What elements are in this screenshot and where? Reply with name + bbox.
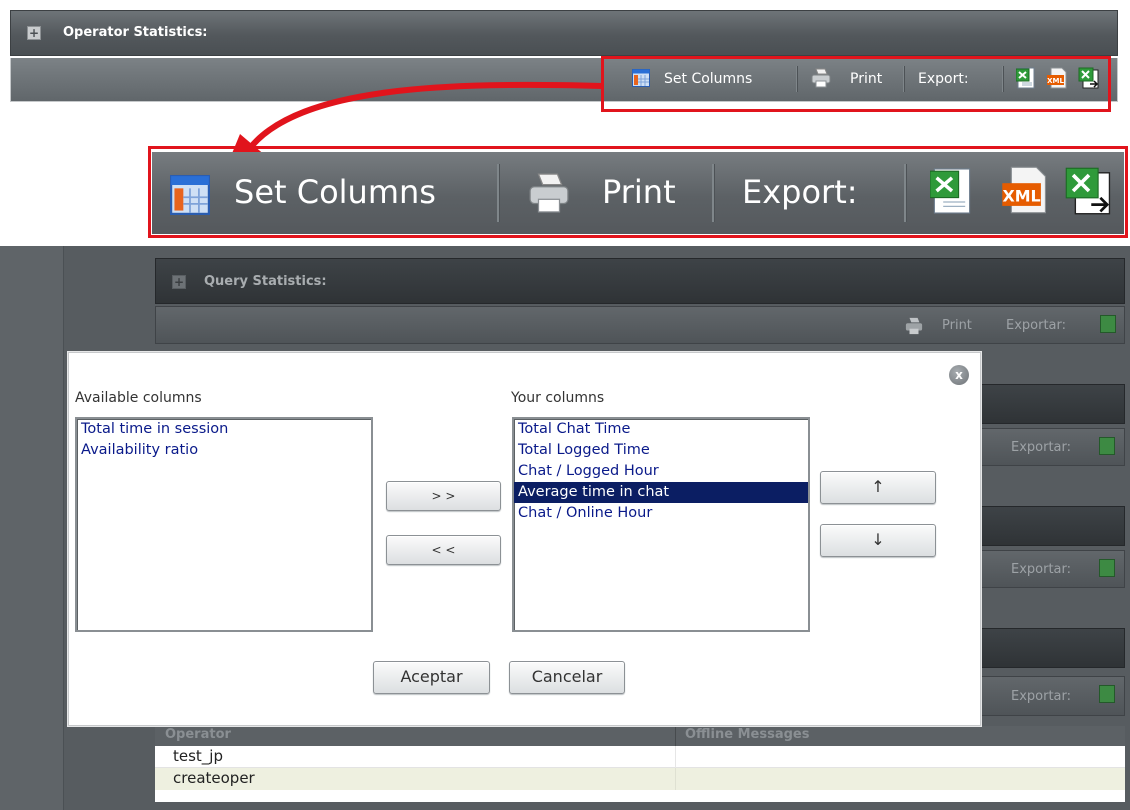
hidden-panel-toolbar: Exportar:: [980, 428, 1125, 466]
export-label: Exportar:: [1011, 562, 1072, 577]
query-statistics-header: + Query Statistics:: [155, 258, 1125, 304]
excel-icon[interactable]: [1099, 559, 1115, 577]
hidden-panel-toolbar: Exportar:: [980, 676, 1125, 716]
cancel-button[interactable]: Cancelar: [509, 661, 625, 694]
expand-plus-icon[interactable]: +: [172, 275, 186, 289]
query-statistics-toolbar: Print Exportar:: [155, 306, 1125, 344]
list-item[interactable]: Availability ratio: [77, 440, 371, 461]
accept-button[interactable]: Aceptar: [373, 661, 490, 694]
excel-icon[interactable]: [1099, 437, 1115, 455]
highlight-box-small: [601, 56, 1111, 112]
excel-icon[interactable]: [1100, 315, 1116, 333]
expand-plus-icon[interactable]: +: [27, 26, 41, 40]
list-item[interactable]: Total Logged Time: [514, 440, 808, 461]
column-header-operator[interactable]: Operator: [165, 727, 231, 742]
list-item[interactable]: Total time in session: [77, 419, 371, 440]
your-columns-label: Your columns: [511, 390, 605, 406]
remove-column-button[interactable]: < <: [386, 535, 501, 565]
table-footer: [155, 790, 1125, 802]
move-up-button[interactable]: ↑: [820, 471, 936, 504]
operator-statistics-title: Operator Statistics:: [63, 25, 208, 40]
move-down-button[interactable]: ↓: [820, 524, 936, 557]
row-operator-name: createoper: [173, 769, 255, 787]
add-column-button[interactable]: > >: [386, 481, 501, 511]
hidden-panel-header: [980, 628, 1125, 668]
export-label: Exportar:: [1011, 689, 1072, 704]
export-label: Exportar:: [1011, 440, 1072, 455]
background-sidebar: [0, 246, 64, 810]
row-operator-name: test_jp: [173, 747, 223, 765]
list-item[interactable]: Chat / Logged Hour: [514, 461, 808, 482]
set-columns-dialog: x Available columns Total time in sessio…: [68, 352, 981, 726]
print-link[interactable]: Print: [942, 318, 972, 333]
highlight-box-large: [148, 146, 1128, 238]
column-divider: [675, 726, 676, 746]
excel-icon[interactable]: [1099, 685, 1115, 703]
operator-statistics-header: + Operator Statistics:: [10, 10, 1118, 56]
column-header-offline-messages[interactable]: Offline Messages: [685, 727, 809, 742]
export-label: Exportar:: [1006, 318, 1067, 333]
hidden-panel-header: [980, 506, 1125, 546]
close-icon[interactable]: x: [949, 365, 969, 385]
hidden-panel-toolbar: Exportar:: [980, 550, 1125, 588]
printer-icon[interactable]: [904, 317, 924, 335]
table-row[interactable]: createoper: [155, 768, 1125, 790]
column-divider: [675, 768, 676, 790]
your-columns-list[interactable]: Total Chat Time Total Logged Time Chat /…: [512, 417, 810, 632]
available-columns-label: Available columns: [75, 390, 202, 406]
table-row[interactable]: test_jp: [155, 746, 1125, 768]
table-header: Operator Offline Messages: [155, 726, 1125, 746]
available-columns-list[interactable]: Total time in session Availability ratio: [75, 417, 373, 632]
list-item[interactable]: Total Chat Time: [514, 419, 808, 440]
list-item[interactable]: Chat / Online Hour: [514, 503, 808, 524]
list-item-selected[interactable]: Average time in chat: [514, 482, 808, 503]
query-statistics-title: Query Statistics:: [204, 274, 327, 289]
hidden-panel-header: [980, 384, 1125, 424]
column-divider: [675, 746, 676, 768]
